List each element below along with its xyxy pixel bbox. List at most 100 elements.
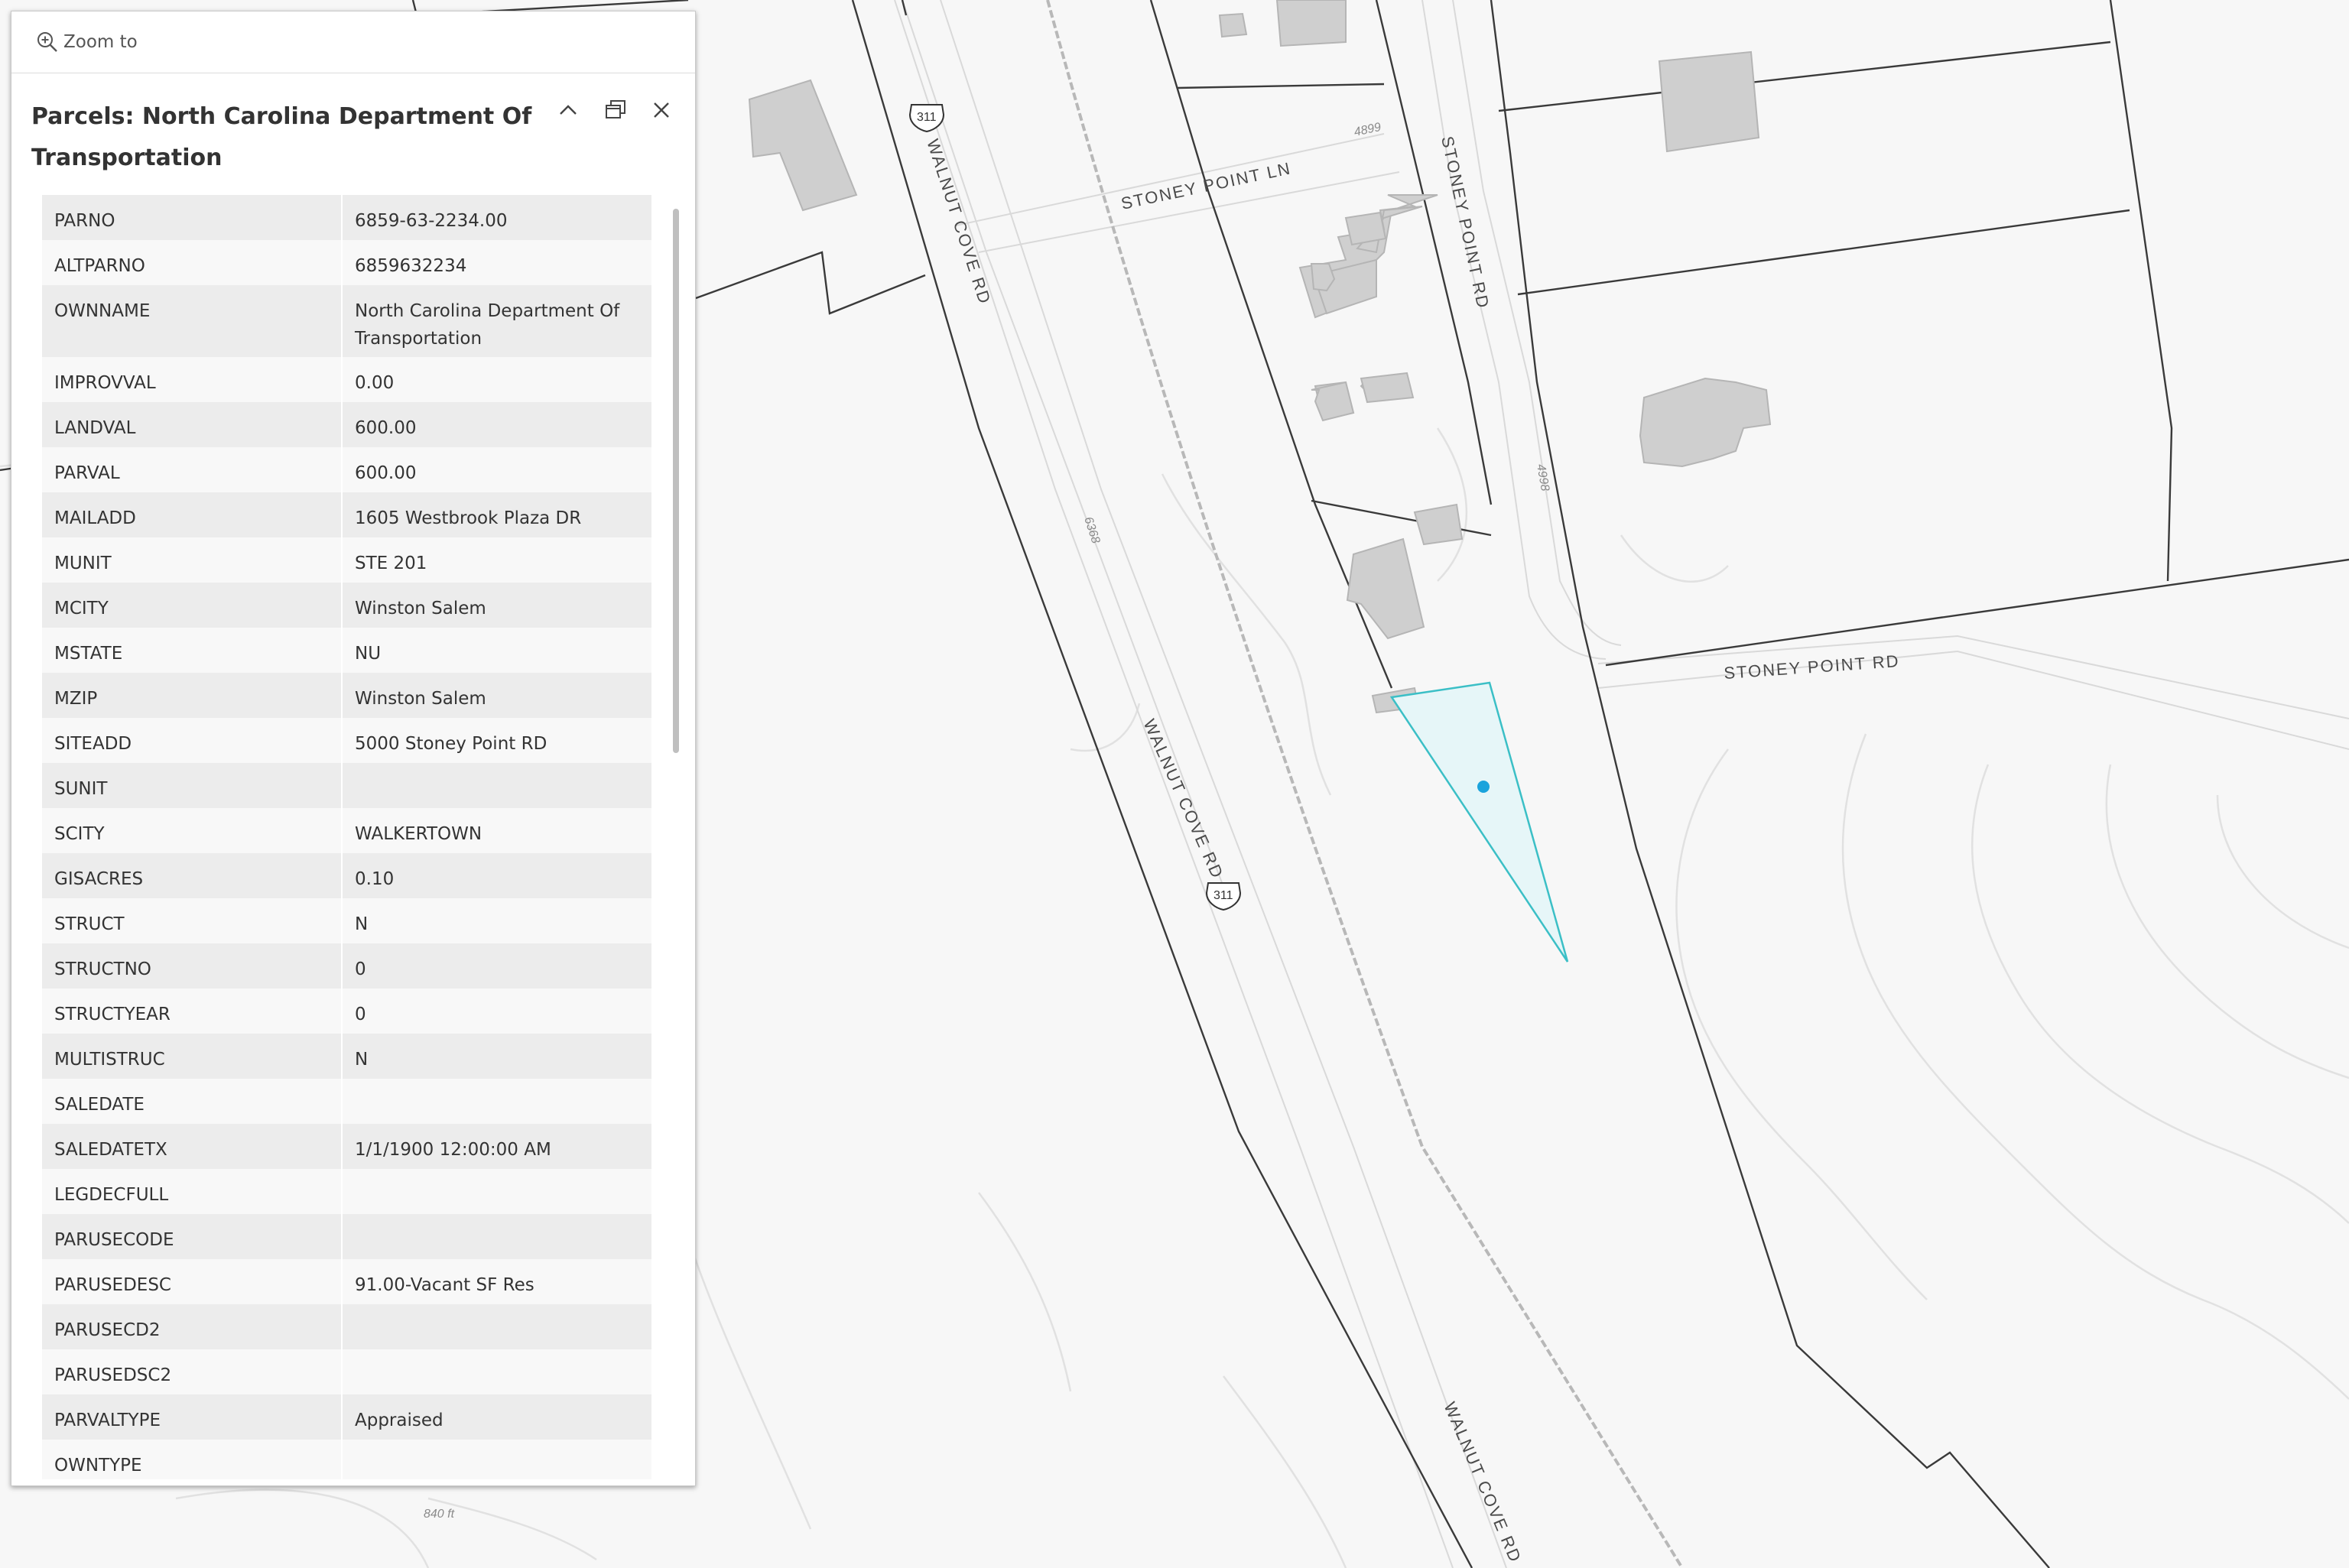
table-row: MSTATE NU	[42, 628, 651, 673]
table-row: STRUCT N	[42, 898, 651, 943]
attribute-value: 6859-63-2234.00	[342, 195, 651, 240]
selected-point-marker[interactable]	[1477, 781, 1490, 793]
attribute-value: 6859632234	[342, 240, 651, 285]
attribute-key: SUNIT	[42, 763, 343, 808]
attribute-key: STRUCTYEAR	[42, 989, 343, 1034]
table-row: SCITY WALKERTOWN	[42, 808, 651, 853]
table-row: MUNIT STE 201	[42, 537, 651, 583]
popup-action-bar: Zoom to	[11, 11, 695, 73]
popup-header: Parcels: North Carolina Department Of Tr…	[11, 73, 695, 188]
attribute-value	[342, 763, 651, 808]
attribute-key: MUNIT	[42, 537, 343, 583]
attribute-value: 600.00	[342, 402, 651, 447]
attribute-value	[342, 1169, 651, 1214]
table-row: MZIP Winston Salem	[42, 673, 651, 718]
attribute-value	[342, 1214, 651, 1259]
table-row: GISACRES 0.10	[42, 853, 651, 898]
attribute-value: Appraised	[342, 1394, 651, 1440]
popup-title: Parcels: North Carolina Department Of Tr…	[31, 103, 532, 171]
attribute-value: 91.00-Vacant SF Res	[342, 1259, 651, 1304]
route-shield-label: 311	[1213, 889, 1233, 902]
attribute-value	[342, 1349, 651, 1394]
attribute-key: MCITY	[42, 583, 343, 628]
table-row: PARUSEDSC2	[42, 1349, 651, 1394]
attribute-value: 1/1/1900 12:00:00 AM	[342, 1124, 651, 1169]
attribute-value: 0.10	[342, 853, 651, 898]
table-row: LEGDECFULL	[42, 1169, 651, 1214]
attribute-key: PARUSEDSC2	[42, 1349, 343, 1394]
attribute-key: MZIP	[42, 673, 343, 718]
attribute-key: IMPROVVAL	[42, 357, 343, 402]
zoom-to-label: Zoom to	[63, 32, 138, 52]
attribute-key: MSTATE	[42, 628, 343, 673]
contour-label: 840 ft	[424, 1508, 455, 1521]
attribute-value: NU	[342, 628, 651, 673]
attribute-key: STRUCTNO	[42, 943, 343, 989]
attribute-key: GISACRES	[42, 853, 343, 898]
table-row: MCITY Winston Salem	[42, 583, 651, 628]
attribute-key: PARNO	[42, 195, 343, 240]
table-row: MULTISTRUC N	[42, 1034, 651, 1079]
attribute-value	[342, 1440, 651, 1479]
attribute-key: PARUSECD2	[42, 1304, 343, 1349]
attribute-key: PARUSEDESC	[42, 1259, 343, 1304]
attribute-key: LANDVAL	[42, 402, 343, 447]
table-row: PARUSECD2	[42, 1304, 651, 1349]
attribute-value: WALKERTOWN	[342, 808, 651, 853]
table-row: SUNIT	[42, 763, 651, 808]
attribute-value	[342, 1304, 651, 1349]
attribute-key: MULTISTRUC	[42, 1034, 343, 1079]
table-row: STRUCTYEAR 0	[42, 989, 651, 1034]
scrollbar-thumb[interactable]	[673, 209, 679, 753]
attribute-value: North Carolina Department Of Transportat…	[342, 285, 651, 357]
table-row: OWNNAME North Carolina Department Of Tran…	[42, 285, 651, 357]
dock-button[interactable]	[602, 96, 629, 124]
attribute-value: N	[342, 898, 651, 943]
attribute-value: 0.00	[342, 357, 651, 402]
attribute-value: STE 201	[342, 537, 651, 583]
table-row: SALEDATE	[42, 1079, 651, 1124]
scrollbar[interactable]	[671, 209, 681, 1478]
table-row: SALEDATETX 1/1/1900 12:00:00 AM	[42, 1124, 651, 1169]
route-shield-label: 311	[917, 111, 937, 124]
close-icon	[654, 102, 669, 118]
attribute-value: 5000 Stoney Point RD	[342, 718, 651, 763]
attribute-key: STRUCT	[42, 898, 343, 943]
attribute-key: OWNNAME	[42, 285, 343, 357]
table-row: OWNTYPE	[42, 1440, 651, 1479]
attribute-table: PARNO 6859-63-2234.00 ALTPARNO 6859632234 OW…	[42, 195, 651, 1479]
attribute-key: ALTPARNO	[42, 240, 343, 285]
attribute-key: SALEDATETX	[42, 1124, 343, 1169]
attribute-key: LEGDECFULL	[42, 1169, 343, 1214]
table-row: PARUSECODE	[42, 1214, 651, 1259]
attribute-table-container[interactable]: PARNO 6859-63-2234.00 ALTPARNO 6859632234 OW…	[42, 195, 683, 1479]
attribute-value: Winston Salem	[342, 673, 651, 718]
attribute-value: 600.00	[342, 447, 651, 492]
chevron-up-icon	[560, 105, 577, 115]
table-row: LANDVAL 600.00	[42, 402, 651, 447]
table-row: SITEADD 5000 Stoney Point RD	[42, 718, 651, 763]
attribute-key: PARVALTYPE	[42, 1394, 343, 1440]
zoom-in-icon	[37, 32, 57, 52]
attribute-value: 0	[342, 943, 651, 989]
table-row: STRUCTNO 0	[42, 943, 651, 989]
attribute-value: 0	[342, 989, 651, 1034]
zoom-to-button[interactable]: Zoom to	[36, 31, 138, 54]
table-row: PARNO 6859-63-2234.00	[42, 195, 651, 240]
parcel-popup: Zoom to Parcels: North Carolina Departme…	[11, 11, 696, 1486]
collapse-button[interactable]	[554, 96, 582, 124]
attribute-key: MAILADD	[42, 492, 343, 537]
attribute-key: SITEADD	[42, 718, 343, 763]
attribute-value: 1605 Westbrook Plaza DR	[342, 492, 651, 537]
attribute-value	[342, 1079, 651, 1124]
table-row: ALTPARNO 6859632234	[42, 240, 651, 285]
close-button[interactable]	[648, 96, 675, 124]
attribute-key: SCITY	[42, 808, 343, 853]
table-row: PARUSEDESC 91.00-Vacant SF Res	[42, 1259, 651, 1304]
table-row: MAILADD 1605 Westbrook Plaza DR	[42, 492, 651, 537]
attribute-key: SALEDATE	[42, 1079, 343, 1124]
dock-icon	[606, 100, 625, 118]
table-row: PARVALTYPE Appraised	[42, 1394, 651, 1440]
attribute-key: OWNTYPE	[42, 1440, 343, 1479]
table-row: IMPROVVAL 0.00	[42, 357, 651, 402]
